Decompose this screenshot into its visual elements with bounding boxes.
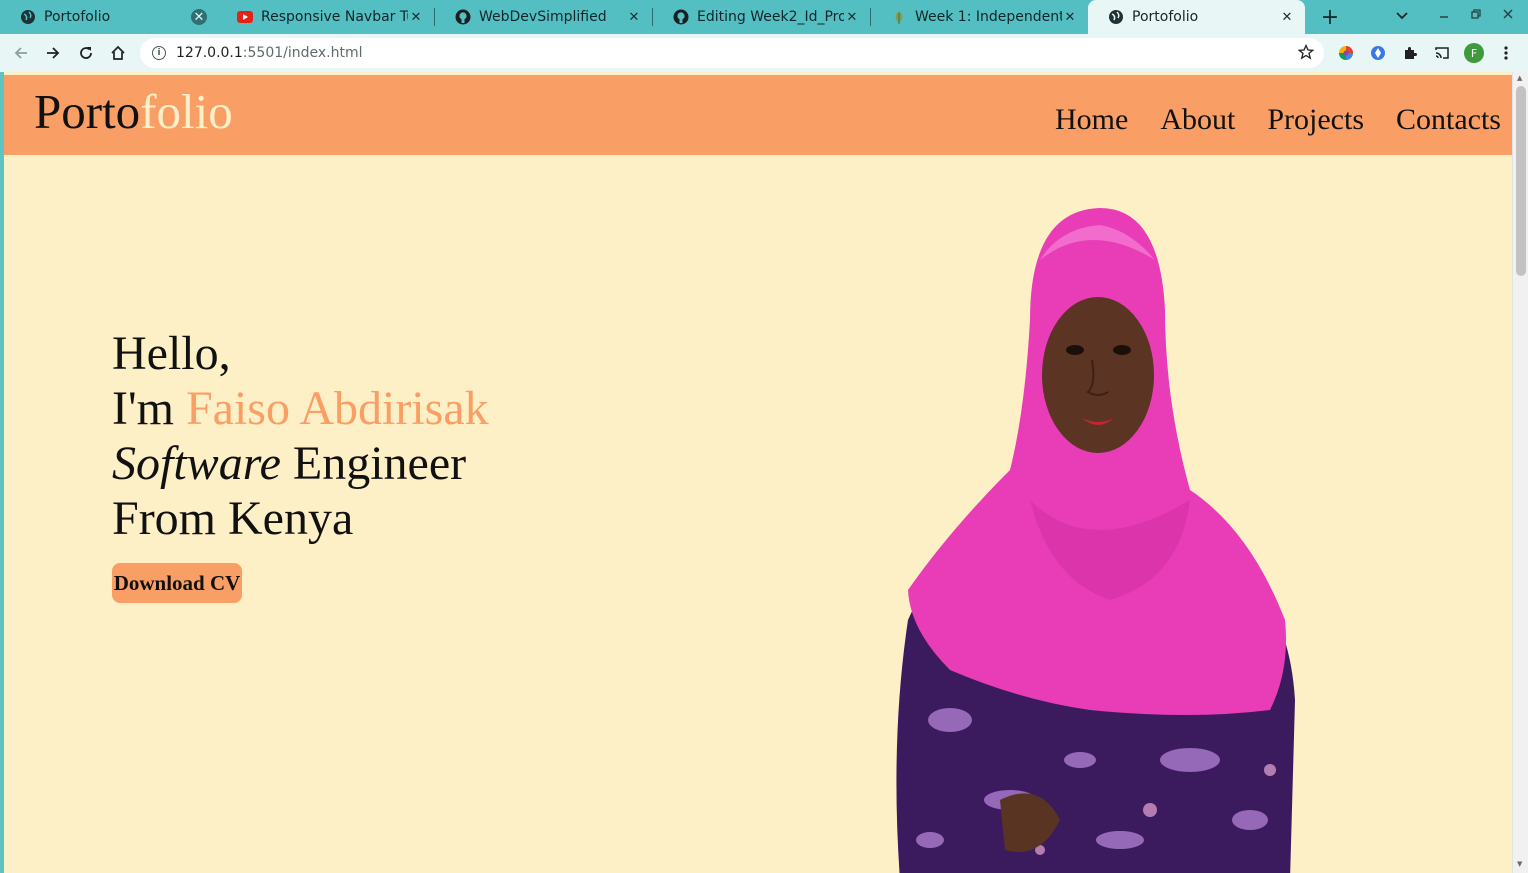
hero-origin: From Kenya <box>112 492 354 545</box>
color-picker-extension-icon[interactable] <box>1336 43 1356 63</box>
hero-text: Hello, I'm Faiso Abdirisak Software Engi… <box>112 326 489 546</box>
github-icon <box>455 9 471 25</box>
new-tab-button[interactable]: + <box>1318 5 1342 30</box>
hero-role: Software Engineer <box>112 437 467 490</box>
tab-editing-week2[interactable]: Editing Week2_Id_Pro ✕ <box>653 0 870 34</box>
browser-toolbar: i 127.0.0.1:5501/index.html F <box>0 34 1528 72</box>
scroll-up-icon[interactable]: ▲ <box>1517 74 1522 82</box>
tab-webdevsimplified[interactable]: WebDevSimplified ✕ <box>435 0 652 34</box>
close-icon[interactable]: ✕ <box>1062 9 1078 25</box>
viewport-edge <box>0 72 4 873</box>
hero-name: Faiso Abdirisak <box>185 382 489 435</box>
globe-icon <box>1108 9 1124 25</box>
minimize-icon[interactable] <box>1438 8 1450 24</box>
site-logo[interactable]: Portofolio <box>34 83 233 140</box>
url-text: 127.0.0.1:5501/index.html <box>176 45 363 61</box>
extensions-puzzle-icon[interactable] <box>1400 43 1420 63</box>
close-window-icon[interactable] <box>1502 8 1514 24</box>
tab-title: Responsive Navbar Tu <box>261 9 408 25</box>
page-scrollbar[interactable]: ▲ ▼ <box>1512 72 1528 873</box>
tab-strip: Portofolio ✕ Responsive Navbar Tu ✕ WebD… <box>0 0 1528 34</box>
download-cv-button[interactable]: Download CV <box>112 563 242 603</box>
nav-contacts[interactable]: Contacts <box>1396 103 1501 137</box>
restore-icon[interactable] <box>1470 8 1482 24</box>
github-icon <box>673 9 689 25</box>
nav-home[interactable]: Home <box>1055 103 1128 137</box>
tab-portofolio-active[interactable]: Portofolio ✕ <box>1088 0 1305 34</box>
shield-extension-icon[interactable] <box>1368 43 1388 63</box>
hero-intro: I'm Faiso Abdirisak <box>112 382 489 435</box>
site-header: Portofolio Home About Projects Contacts <box>4 75 1513 155</box>
page-viewport: Portofolio Home About Projects Contacts … <box>0 72 1528 873</box>
chevron-down-icon[interactable] <box>1396 8 1408 24</box>
tab-title: Portofolio <box>1132 9 1199 25</box>
close-icon[interactable]: ✕ <box>626 9 642 25</box>
tab-title: Week 1: Independent <box>915 9 1062 25</box>
profile-avatar[interactable]: F <box>1464 43 1484 63</box>
menu-kebab-icon[interactable] <box>1496 43 1516 63</box>
tab-title: WebDevSimplified <box>479 9 607 25</box>
globe-icon <box>20 9 36 25</box>
back-icon[interactable] <box>11 43 31 63</box>
tab-youtube[interactable]: Responsive Navbar Tu ✕ <box>217 0 434 34</box>
close-icon[interactable]: ✕ <box>408 9 424 25</box>
forward-icon[interactable] <box>43 43 63 63</box>
cast-icon[interactable] <box>1432 43 1452 63</box>
close-icon[interactable]: ✕ <box>844 9 860 25</box>
scrollbar-thumb[interactable] <box>1516 86 1526 276</box>
reload-icon[interactable] <box>76 43 96 63</box>
tab-title: Portofolio <box>44 9 111 25</box>
address-bar[interactable]: i 127.0.0.1:5501/index.html <box>140 38 1324 68</box>
bookmark-star-icon[interactable] <box>1297 43 1315 64</box>
close-icon[interactable]: ✕ <box>1279 9 1295 25</box>
nav-about[interactable]: About <box>1160 103 1235 137</box>
home-icon[interactable] <box>108 43 128 63</box>
info-icon[interactable]: i <box>152 46 166 60</box>
youtube-icon <box>237 9 253 25</box>
nav-projects[interactable]: Projects <box>1267 103 1364 137</box>
tab-title: Editing Week2_Id_Pro <box>697 9 844 25</box>
hero-greeting: Hello, <box>112 327 231 380</box>
close-icon[interactable]: ✕ <box>191 9 207 25</box>
profile-portrait-image <box>896 208 1295 873</box>
tab-week1[interactable]: Week 1: Independent ✕ <box>871 0 1088 34</box>
leaf-icon <box>891 9 907 25</box>
site-nav: Home About Projects Contacts <box>1055 103 1501 137</box>
scroll-down-icon[interactable]: ▼ <box>1517 860 1522 868</box>
tab-portofolio-1[interactable]: Portofolio ✕ <box>0 0 217 34</box>
